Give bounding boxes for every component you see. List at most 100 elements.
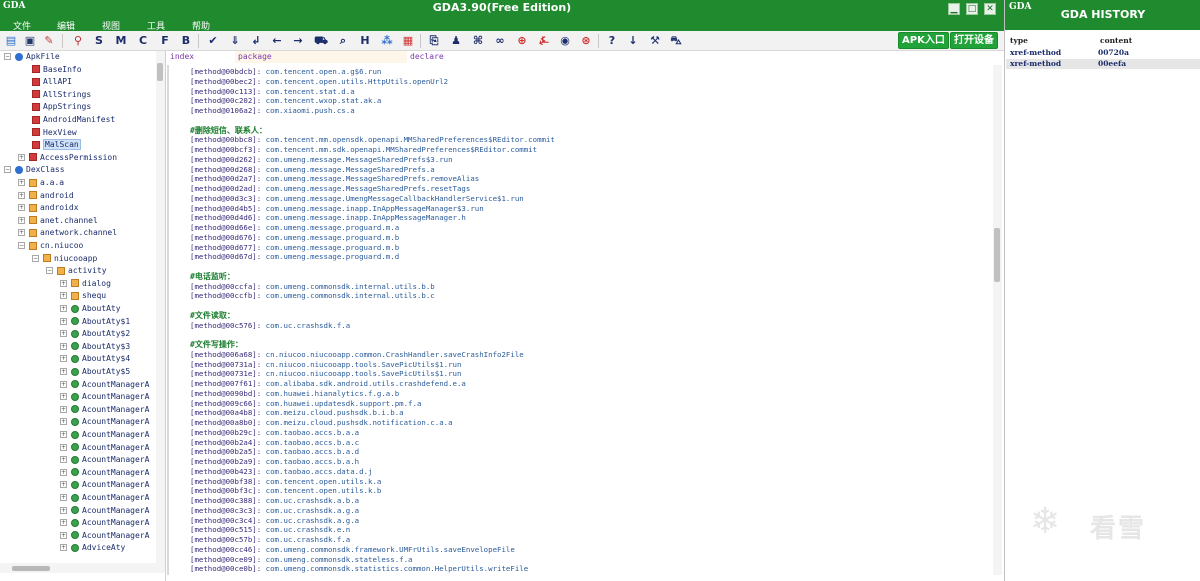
- expand-icon[interactable]: +: [60, 456, 67, 464]
- method-address[interactable]: [method@00d66e]:: [190, 223, 261, 232]
- tree-item[interactable]: + android: [18, 191, 74, 203]
- code-line[interactable]: [method@00bcf3]: com.tencent.mm.sdk.open…: [190, 145, 537, 155]
- apk-entry-button[interactable]: APK入口: [898, 32, 949, 49]
- code-line[interactable]: [method@00d262]: com.umeng.message.Messa…: [190, 155, 453, 165]
- method-address[interactable]: [method@00cc46]:: [190, 545, 261, 554]
- method-address[interactable]: [method@00b29c]:: [190, 428, 261, 437]
- method-name[interactable]: com.umeng.commonsdk.statistics.common.He…: [266, 564, 529, 573]
- code-line[interactable]: [method@00bdcb]: com.tencent.open.a.g$6.…: [190, 67, 381, 77]
- method-name[interactable]: com.tencent.mm.sdk.openapi.MMSharedPrefe…: [266, 145, 537, 154]
- tree-hscroll-thumb[interactable]: [12, 566, 50, 571]
- method-address[interactable]: [method@00c576]:: [190, 321, 261, 330]
- network-icon[interactable]: ⁂: [379, 33, 395, 49]
- tree-item[interactable]: + AccessPermission: [18, 153, 117, 165]
- strings-button[interactable]: S: [91, 33, 107, 49]
- collapse-icon[interactable]: −: [4, 53, 11, 60]
- classes-button[interactable]: C: [135, 33, 151, 49]
- method-address[interactable]: [method@00c202]:: [190, 96, 261, 105]
- code-line[interactable]: [method@00d268]: com.umeng.message.Messa…: [190, 165, 435, 175]
- code-line[interactable]: [method@00ce0b]: com.umeng.commonsdk.sta…: [190, 564, 528, 574]
- method-name[interactable]: com.tencent.mm.opensdk.openapi.MMSharedP…: [266, 135, 555, 144]
- cart-icon[interactable]: ⛍: [668, 33, 684, 49]
- export-icon[interactable]: ⎘: [426, 33, 442, 49]
- expand-icon[interactable]: +: [60, 393, 67, 401]
- tree-item[interactable]: + shequ: [60, 291, 106, 303]
- method-address[interactable]: [method@00bdcb]:: [190, 67, 261, 76]
- expand-icon[interactable]: +: [18, 153, 25, 161]
- expand-icon[interactable]: +: [60, 380, 67, 388]
- method-name[interactable]: cn.niucoo.niucooapp.tools.SavePicUtils$1…: [266, 360, 462, 369]
- method-address[interactable]: [method@00a8b0]:: [190, 418, 261, 427]
- download-arrow-icon[interactable]: ↓: [625, 33, 641, 49]
- close-icon[interactable]: ✕: [984, 3, 996, 15]
- method-name[interactable]: com.umeng.commonsdk.internal.utils.b.b: [266, 282, 435, 291]
- code-line[interactable]: [method@00d4b5]: com.umeng.message.inapp…: [190, 204, 484, 214]
- pin-icon[interactable]: ⚲: [70, 33, 86, 49]
- tree-item[interactable]: + androidx: [18, 203, 79, 215]
- tree-vertical-scrollbar[interactable]: [156, 51, 165, 567]
- code-line[interactable]: [method@00ce09]: com.umeng.commonsdk.sta…: [190, 555, 413, 565]
- method-name[interactable]: com.umeng.commonsdk.internal.utils.b.c: [266, 291, 435, 300]
- method-address[interactable]: [method@006a68]:: [190, 350, 261, 359]
- open-book-icon[interactable]: ▤: [3, 33, 19, 49]
- method-name[interactable]: com.umeng.commonsdk.stateless.f.a: [266, 555, 413, 564]
- code-line[interactable]: [method@007f61]: com.alibaba.sdk.android…: [190, 379, 466, 389]
- method-address[interactable]: [method@00d3c3]:: [190, 194, 261, 203]
- maximize-icon[interactable]: □: [966, 3, 978, 15]
- method-name[interactable]: com.tencent.open.utils.k.a: [266, 477, 382, 486]
- expand-icon[interactable]: +: [60, 317, 67, 325]
- forward-arrow-icon[interactable]: →: [290, 33, 306, 49]
- expand-icon[interactable]: +: [18, 191, 25, 199]
- method-name[interactable]: com.uc.crashsdk.a.g.a: [266, 516, 359, 525]
- method-address[interactable]: [method@00d4b5]:: [190, 204, 261, 213]
- tree-item[interactable]: + AdviceAty: [60, 543, 125, 555]
- code-line[interactable]: [method@00cc46]: com.umeng.commonsdk.fra…: [190, 545, 515, 555]
- method-address[interactable]: [method@00c3c4]:: [190, 516, 261, 525]
- method-name[interactable]: com.huawei.updatesdk.support.pm.f.a: [266, 399, 422, 408]
- method-name[interactable]: com.umeng.message.MessageSharedPrefs.a: [266, 165, 435, 174]
- tree-item[interactable]: AllStrings: [32, 90, 91, 102]
- code-line[interactable]: [method@00d2ad]: com.umeng.message.Messa…: [190, 184, 470, 194]
- method-name[interactable]: com.taobao.accs.b.a.a: [266, 428, 359, 437]
- code-line[interactable]: [method@0090bd]: com.huawei.hianalytics.…: [190, 389, 399, 399]
- method-address[interactable]: [method@00d2a7]:: [190, 174, 261, 183]
- expand-icon[interactable]: +: [60, 292, 67, 300]
- car-icon[interactable]: ⛟: [313, 33, 329, 49]
- column-index[interactable]: index: [167, 51, 235, 63]
- method-name[interactable]: com.tencent.stat.d.a: [266, 87, 355, 96]
- code-line[interactable]: [method@00c57b]: com.uc.crashsdk.f.a: [190, 535, 350, 545]
- expand-icon[interactable]: +: [60, 519, 67, 527]
- expand-icon[interactable]: +: [60, 431, 67, 438]
- tools-icon[interactable]: ⚒: [647, 33, 663, 49]
- method-address[interactable]: [method@00ce09]:: [190, 555, 261, 564]
- method-address[interactable]: [method@00bec2]:: [190, 77, 261, 86]
- tree-item[interactable]: − cn.niucoo: [18, 241, 83, 253]
- method-name[interactable]: com.tencent.open.a.g$6.run: [266, 67, 382, 76]
- save-icon[interactable]: ▣: [22, 33, 38, 49]
- tree-item[interactable]: − niucooapp: [32, 254, 97, 266]
- collapse-icon[interactable]: −: [46, 267, 53, 275]
- history-row[interactable]: xref-method 00720a: [1006, 48, 1200, 58]
- tree-item[interactable]: + dialog: [60, 279, 111, 291]
- method-address[interactable]: [method@00bcf3]:: [190, 145, 261, 154]
- code-vertical-scrollbar[interactable]: [993, 65, 1002, 575]
- method-address[interactable]: [method@007f61]:: [190, 379, 261, 388]
- command-icon[interactable]: ⌘: [470, 33, 486, 49]
- hex-icon[interactable]: H: [357, 33, 373, 49]
- code-line[interactable]: [method@00d677]: com.umeng.message.progu…: [190, 243, 399, 253]
- tree-item[interactable]: + AcountManagerA: [60, 480, 149, 492]
- method-address[interactable]: [method@00ccfb]:: [190, 291, 261, 300]
- expand-icon[interactable]: +: [60, 494, 67, 501]
- code-line[interactable]: [method@00d67d]: com.umeng.message.progu…: [190, 252, 399, 262]
- code-line[interactable]: [method@00d4d6]: com.umeng.message.inapp…: [190, 213, 466, 223]
- expand-icon[interactable]: +: [18, 229, 25, 237]
- tree-item[interactable]: + AboutAty$5: [60, 367, 130, 379]
- method-name[interactable]: com.taobao.accs.b.a.d: [266, 447, 359, 456]
- code-line[interactable]: [method@00c3c4]: com.uc.crashsdk.a.g.a: [190, 516, 359, 526]
- code-line[interactable]: [method@00ccfb]: com.umeng.commonsdk.int…: [190, 291, 435, 301]
- method-address[interactable]: [method@00b423]:: [190, 467, 261, 476]
- code-line[interactable]: [method@00bec2]: com.tencent.open.utils.…: [190, 77, 448, 87]
- method-address[interactable]: [method@00ccfa]:: [190, 282, 261, 291]
- code-line[interactable]: [method@00ccfa]: com.umeng.commonsdk.int…: [190, 282, 435, 292]
- download-icon[interactable]: ⇓: [227, 33, 243, 49]
